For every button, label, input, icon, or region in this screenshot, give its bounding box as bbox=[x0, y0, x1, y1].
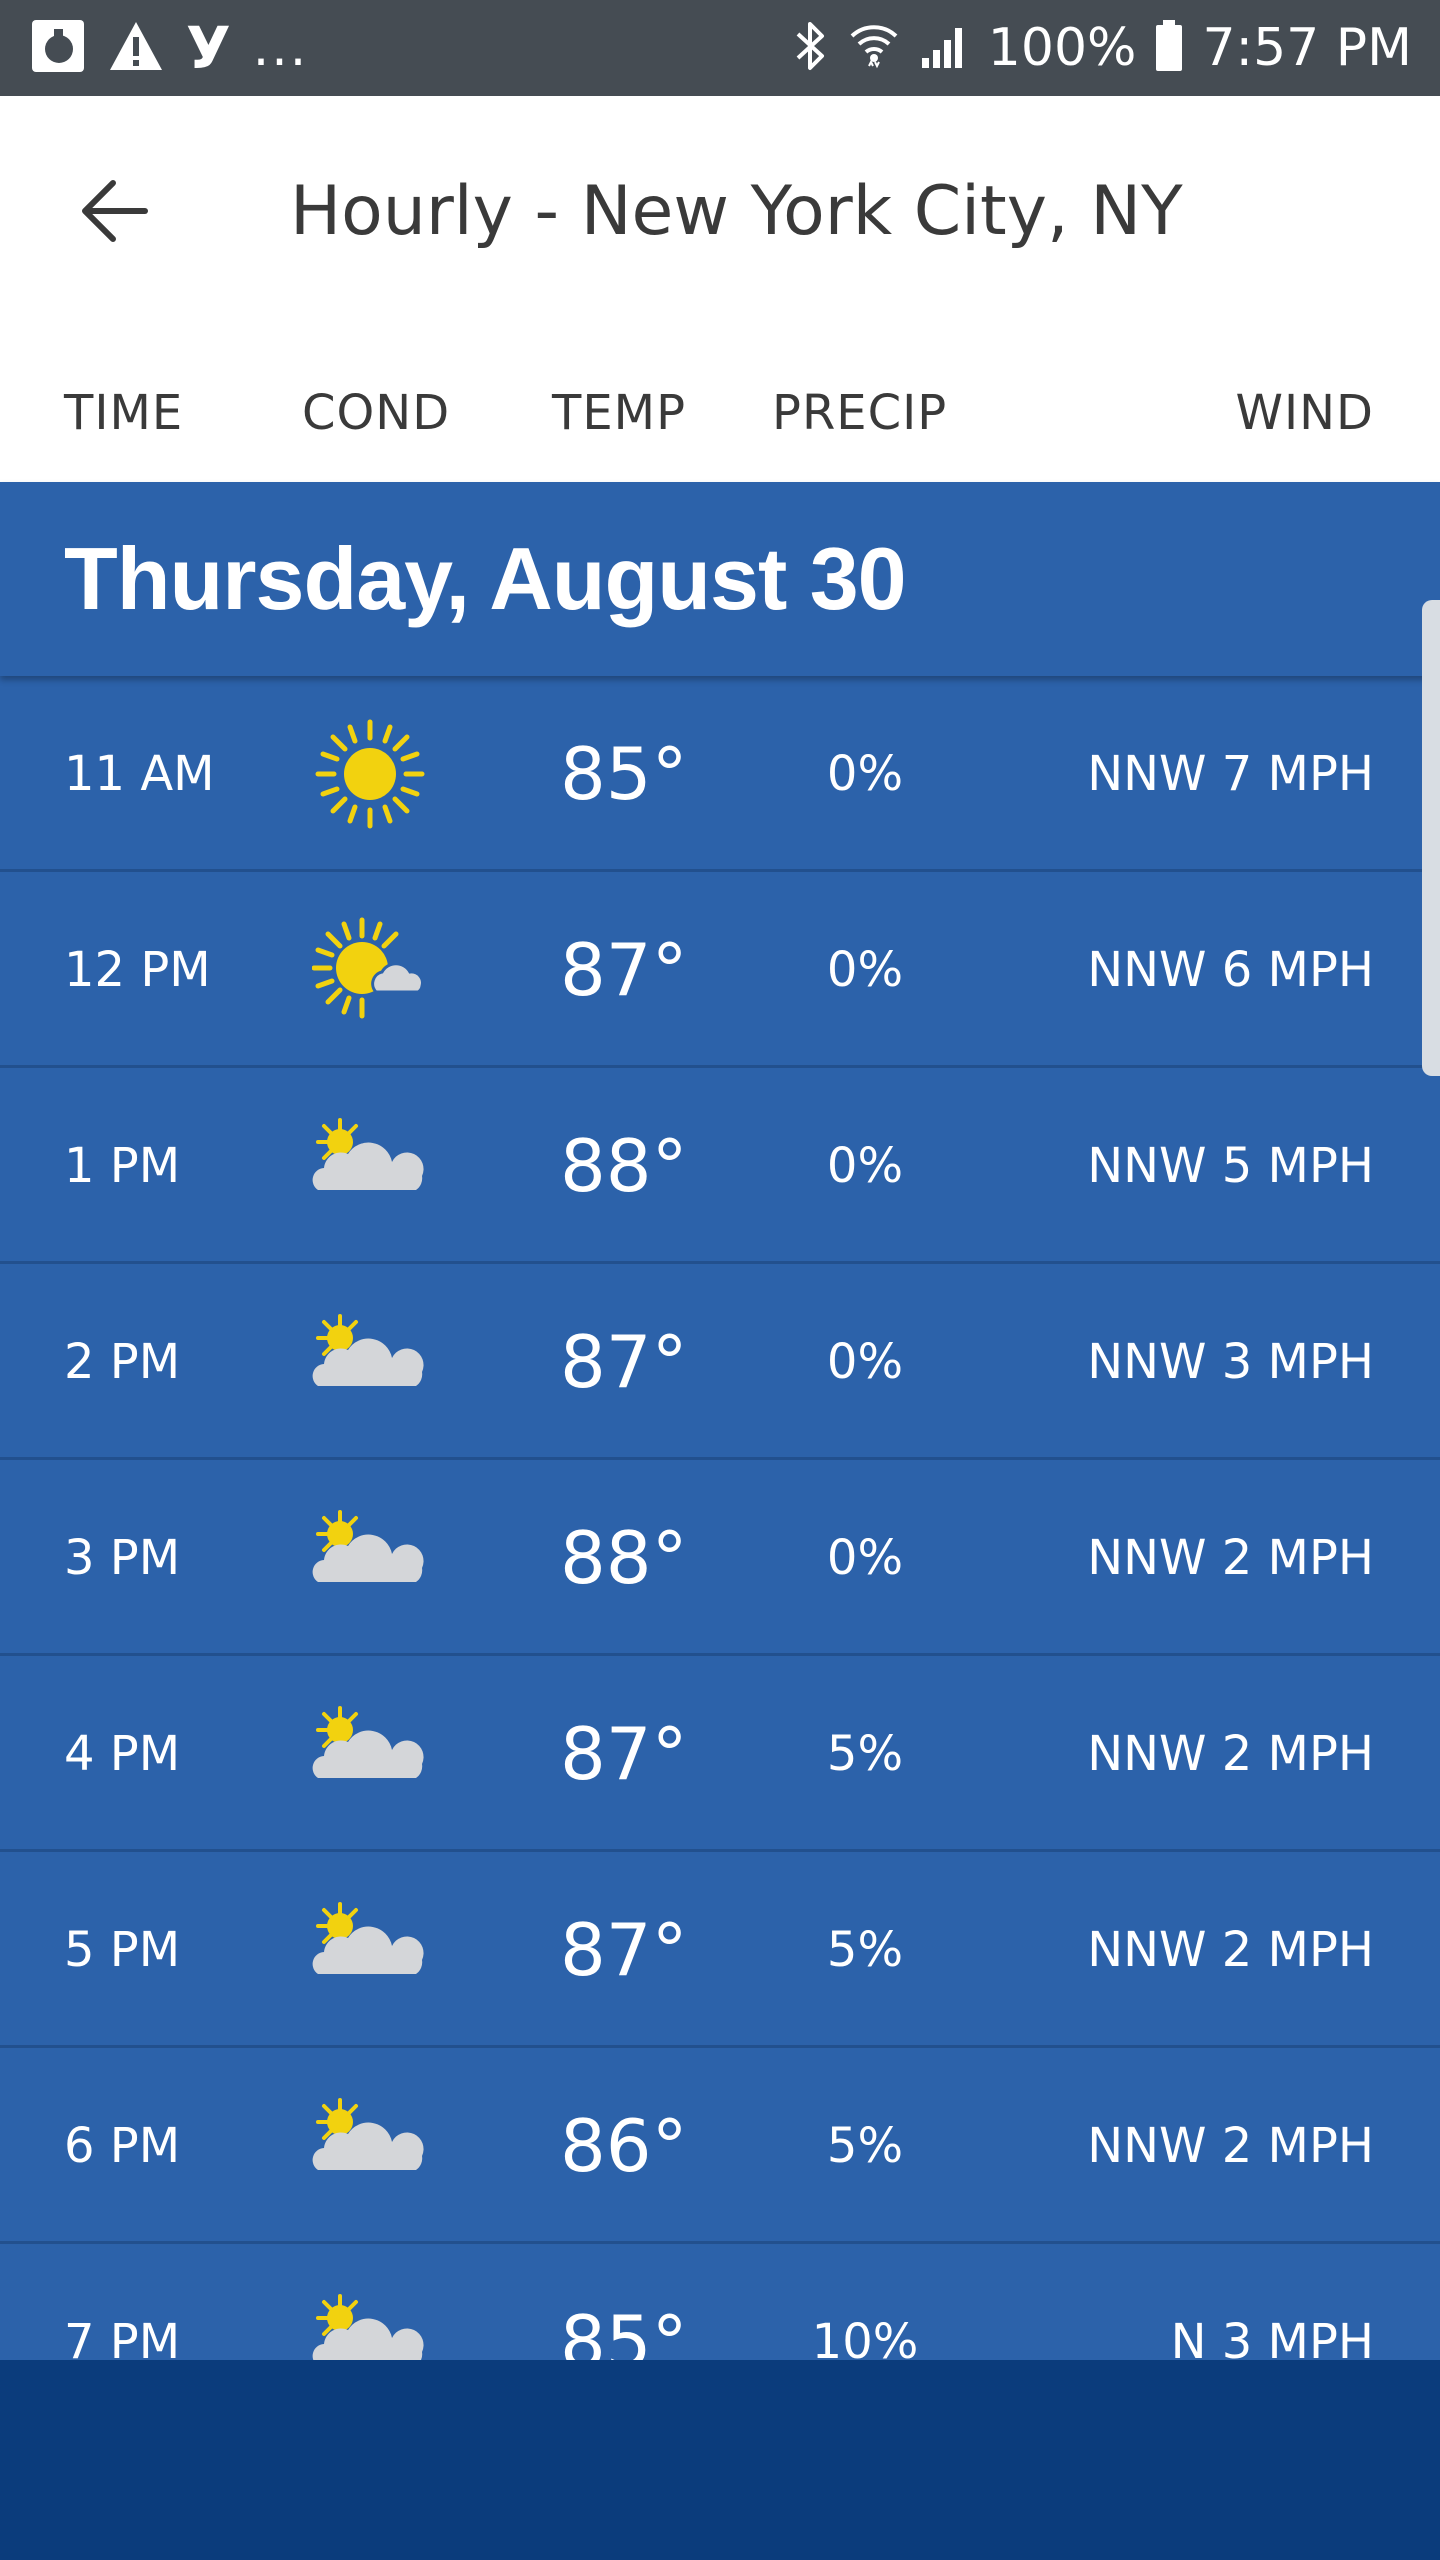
row-temperature: 87° bbox=[560, 1320, 688, 1404]
partly-cloudy-icon bbox=[312, 2244, 428, 2360]
row-precipitation: 0% bbox=[826, 1138, 904, 1194]
row-temperature: 85° bbox=[560, 732, 688, 816]
row-time: 2 PM bbox=[64, 1334, 181, 1390]
hourly-row[interactable]: 11 AM 85° 0% NNW 7 MPH bbox=[0, 676, 1440, 872]
row-wind: NNW 3 MPH bbox=[1087, 1334, 1374, 1390]
row-time: 7 PM bbox=[64, 2314, 181, 2360]
hourly-row[interactable]: 6 PM 86° 5% NNW 2 MPH bbox=[0, 2048, 1440, 2244]
status-more-indicator: ... bbox=[252, 18, 309, 78]
back-button[interactable] bbox=[70, 166, 160, 256]
day-section-header: Thursday, August 30 bbox=[0, 482, 1440, 676]
column-header-temp: TEMP bbox=[552, 385, 687, 441]
row-temperature: 85° bbox=[560, 2300, 688, 2360]
row-precipitation: 0% bbox=[826, 1334, 904, 1390]
page-title: Hourly - New York City, NY bbox=[290, 171, 1183, 251]
status-bar-right: 100% 7:57 PM bbox=[772, 18, 1412, 78]
row-temperature: 88° bbox=[560, 1124, 688, 1208]
battery-icon bbox=[1154, 18, 1184, 78]
navigation-bar bbox=[0, 2360, 1440, 2560]
hourly-row[interactable]: 7 PM 85° 10% N 3 MPH bbox=[0, 2244, 1440, 2360]
row-wind: NNW 2 MPH bbox=[1087, 1726, 1374, 1782]
row-time: 11 AM bbox=[64, 746, 215, 802]
row-wind: NNW 2 MPH bbox=[1087, 2118, 1374, 2174]
app-notification-icon bbox=[30, 18, 86, 78]
hourly-row[interactable]: 12 PM 87° 0% NNW 6 MPH bbox=[0, 872, 1440, 1068]
mostly-sunny-icon bbox=[312, 872, 428, 1068]
sunny-icon bbox=[312, 676, 428, 872]
arrow-back-icon bbox=[82, 180, 148, 242]
row-precipitation: 10% bbox=[811, 2314, 919, 2360]
app-bar: Hourly - New York City, NY TIME COND TEM… bbox=[0, 96, 1440, 482]
column-headers: TIME COND TEMP PRECIP WIND bbox=[0, 378, 1440, 448]
row-precipitation: 0% bbox=[826, 942, 904, 998]
hourly-row[interactable]: 5 PM 87° 5% NNW 2 MPH bbox=[0, 1852, 1440, 2048]
row-wind: NNW 7 MPH bbox=[1087, 746, 1374, 802]
hourly-row[interactable]: 2 PM 87° 0% NNW 3 MPH bbox=[0, 1264, 1440, 1460]
row-temperature: 87° bbox=[560, 1712, 688, 1796]
hourly-row[interactable]: 4 PM 87° 5% NNW 2 MPH bbox=[0, 1656, 1440, 1852]
day-date: Thursday, August 30 bbox=[64, 529, 907, 628]
partly-cloudy-icon bbox=[312, 1068, 428, 1264]
wifi-icon bbox=[848, 18, 900, 78]
hourly-row[interactable]: 3 PM 88° 0% NNW 2 MPH bbox=[0, 1460, 1440, 1656]
row-precipitation: 5% bbox=[826, 1726, 904, 1782]
battery-percentage: 100% bbox=[987, 18, 1137, 78]
partly-cloudy-icon bbox=[312, 1460, 428, 1656]
hourly-list[interactable]: 11 AM 85° 0% NNW 7 MPH 12 PM 87° 0% NNW … bbox=[0, 676, 1440, 2360]
row-precipitation: 0% bbox=[826, 1530, 904, 1586]
row-time: 6 PM bbox=[64, 2118, 181, 2174]
row-precipitation: 5% bbox=[826, 2118, 904, 2174]
status-clock: 7:57 PM bbox=[1202, 18, 1412, 78]
row-wind: NNW 5 MPH bbox=[1087, 1138, 1374, 1194]
status-y-text: У bbox=[186, 14, 231, 82]
warning-icon bbox=[108, 20, 164, 76]
row-time: 12 PM bbox=[64, 942, 211, 998]
row-precipitation: 5% bbox=[826, 1922, 904, 1978]
row-time: 3 PM bbox=[64, 1530, 181, 1586]
bluetooth-icon bbox=[790, 18, 830, 78]
partly-cloudy-icon bbox=[312, 2048, 428, 2244]
partly-cloudy-icon bbox=[312, 1656, 428, 1852]
status-bar: У ... 100% 7:57 PM bbox=[0, 0, 1440, 96]
column-header-precip: PRECIP bbox=[772, 385, 948, 441]
partly-cloudy-icon bbox=[312, 1852, 428, 2048]
row-temperature: 87° bbox=[560, 1908, 688, 1992]
status-bar-left: У ... bbox=[30, 14, 330, 82]
row-wind: NNW 2 MPH bbox=[1087, 1530, 1374, 1586]
row-time: 1 PM bbox=[64, 1138, 181, 1194]
row-precipitation: 0% bbox=[826, 746, 904, 802]
column-header-wind: WIND bbox=[1235, 385, 1374, 441]
column-header-time: TIME bbox=[64, 385, 184, 441]
row-wind: N 3 MPH bbox=[1170, 2314, 1374, 2360]
row-wind: NNW 6 MPH bbox=[1087, 942, 1374, 998]
row-temperature: 87° bbox=[560, 928, 688, 1012]
partly-cloudy-icon bbox=[312, 1264, 428, 1460]
signal-icon bbox=[918, 20, 970, 76]
row-time: 4 PM bbox=[64, 1726, 181, 1782]
hourly-row[interactable]: 1 PM 88° 0% NNW 5 MPH bbox=[0, 1068, 1440, 1264]
row-temperature: 88° bbox=[560, 1516, 688, 1600]
row-wind: NNW 2 MPH bbox=[1087, 1922, 1374, 1978]
scrollbar[interactable] bbox=[1422, 600, 1440, 1076]
row-temperature: 86° bbox=[560, 2104, 688, 2188]
row-time: 5 PM bbox=[64, 1922, 181, 1978]
column-header-cond: COND bbox=[302, 385, 451, 441]
